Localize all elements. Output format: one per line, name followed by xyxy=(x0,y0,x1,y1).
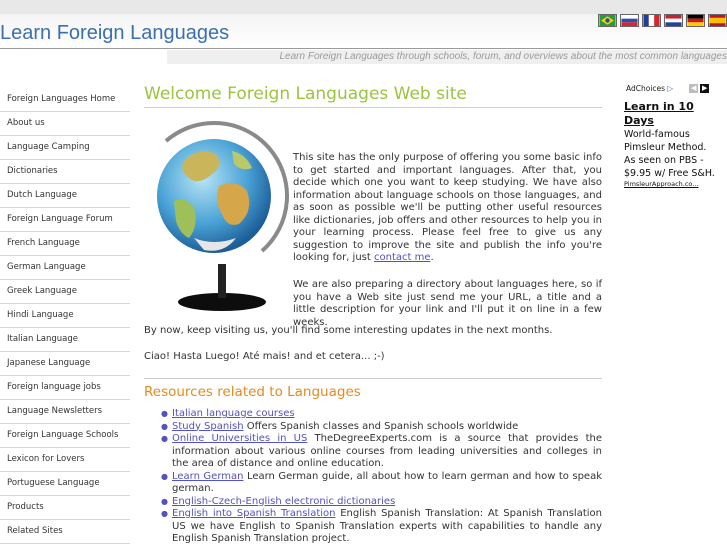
resource-link-learn-german[interactable]: Learn German xyxy=(172,471,243,482)
ad-url-link[interactable]: PimsleurApproach.co... xyxy=(624,180,727,188)
bullet-icon: ● xyxy=(161,509,168,518)
russia-flag-icon[interactable] xyxy=(620,14,639,27)
sidebar-item-forum[interactable]: Foreign Language Forum xyxy=(0,208,130,232)
sidebar-item-greek[interactable]: Greek Language xyxy=(0,280,130,304)
intro-end: . xyxy=(430,252,434,263)
bullet-icon: ● xyxy=(161,421,168,431)
bullet-icon: ● xyxy=(161,409,168,418)
ad-title-link[interactable]: Learn in 10 Days xyxy=(624,100,714,128)
ad-prev-icon[interactable]: ◀ xyxy=(689,84,699,93)
sidebar-item-dutch[interactable]: Dutch Language xyxy=(0,184,130,208)
list-item: ● English into Spanish Translation Englis… xyxy=(161,508,602,546)
list-item: ● Online Universities in US TheDegreeExpe… xyxy=(161,433,602,471)
sidebar-item-camping[interactable]: Language Camping xyxy=(0,136,130,160)
sidebar-item-products[interactable]: Products xyxy=(0,496,130,520)
page-title: Welcome Foreign Languages Web site xyxy=(144,84,602,108)
ad-panel: AdChoices ▷ ◀ ▶ Learn in 10 Days World-f… xyxy=(618,84,727,188)
germany-flag-icon[interactable] xyxy=(686,14,705,27)
adchoices-bar[interactable]: AdChoices ▷ ◀ ▶ xyxy=(626,84,727,93)
bullet-icon: ● xyxy=(161,496,168,506)
sidebar-item-italian[interactable]: Italian Language xyxy=(0,328,130,352)
sidebar-item-portuguese[interactable]: Portuguese Language xyxy=(0,472,130,496)
language-flags xyxy=(598,14,727,27)
resource-link-online-universities[interactable]: Online Universities in US xyxy=(172,433,307,444)
farewell-paragraph: Ciao! Hasta Luego! Até mais! and et cete… xyxy=(144,351,385,362)
contact-me-link[interactable]: contact me xyxy=(374,252,431,263)
resource-link-study-spanish[interactable]: Study Spanish xyxy=(172,421,244,432)
ad-next-icon[interactable]: ▶ xyxy=(700,84,710,93)
netherlands-flag-icon[interactable] xyxy=(664,14,683,27)
sidebar-item-hindi[interactable]: Hindi Language xyxy=(0,304,130,328)
spain-flag-icon[interactable] xyxy=(708,14,727,27)
resources-heading: Resources related to Languages xyxy=(144,378,602,400)
sidebar-item-german[interactable]: German Language xyxy=(0,256,130,280)
list-item: ● English-Czech-English electronic dictio… xyxy=(161,496,602,509)
updates-paragraph: By now, keep visiting us, you'll find so… xyxy=(144,325,553,336)
list-item: ● Study Spanish Offers Spanish classes an… xyxy=(161,420,602,434)
sidebar-item-lexicon[interactable]: Lexicon for Lovers xyxy=(0,448,130,472)
sidebar-item-about[interactable]: About us xyxy=(0,112,130,136)
sidebar-item-schools[interactable]: Foreign Language Schools xyxy=(0,424,130,448)
resource-link-italian-courses[interactable]: Italian language courses xyxy=(172,408,295,419)
ad-body-text: World-famous Pimsleur Method. As seen on… xyxy=(624,129,715,179)
sidebar-item-jobs[interactable]: Foreign language jobs xyxy=(0,376,130,400)
sidebar-item-newsletters[interactable]: Language Newsletters xyxy=(0,400,130,424)
sidebar-item-related-sites[interactable]: Related Sites xyxy=(0,520,130,544)
resource-desc: Offers Spanish classes and Spanish schoo… xyxy=(243,420,519,432)
resources-list: ● Italian language courses ● Study Spanish… xyxy=(144,408,602,546)
france-flag-icon[interactable] xyxy=(642,14,661,27)
list-item: ● Learn German Learn German guide, all ab… xyxy=(161,471,602,496)
resource-link-czech-dictionaries[interactable]: English-Czech-English electronic diction… xyxy=(172,496,395,507)
adchoices-icon[interactable]: ▷ xyxy=(667,84,673,93)
sidebar-item-dictionaries[interactable]: Dictionaries xyxy=(0,160,130,184)
sidebar-item-french[interactable]: French Language xyxy=(0,232,130,256)
globe-image xyxy=(157,121,289,311)
top-bar xyxy=(0,0,727,14)
brazil-flag-icon[interactable] xyxy=(598,14,617,27)
main-content: Welcome Foreign Languages Web site This … xyxy=(144,84,602,544)
site-tagline: Learn Foreign Languages through schools,… xyxy=(167,50,727,64)
bullet-icon: ● xyxy=(161,434,168,443)
resource-link-spanish-translation[interactable]: English into Spanish Translation xyxy=(172,508,335,519)
site-title[interactable]: Learn Foreign Languages xyxy=(0,22,229,45)
directory-paragraph: We are also preparing a directory about … xyxy=(293,279,602,328)
list-item: ● Italian language courses xyxy=(161,408,602,421)
adchoices-label[interactable]: AdChoices xyxy=(626,84,665,93)
intro-paragraph: This site has the only purpose of offeri… xyxy=(293,152,602,265)
sidebar-nav: Foreign Languages Home About us Language… xyxy=(0,88,130,544)
intro-text: This site has the only purpose of offeri… xyxy=(293,152,602,263)
sidebar-item-japanese[interactable]: Japanese Language xyxy=(0,352,130,376)
sidebar-item-home[interactable]: Foreign Languages Home xyxy=(0,88,130,112)
bullet-icon: ● xyxy=(161,471,168,481)
